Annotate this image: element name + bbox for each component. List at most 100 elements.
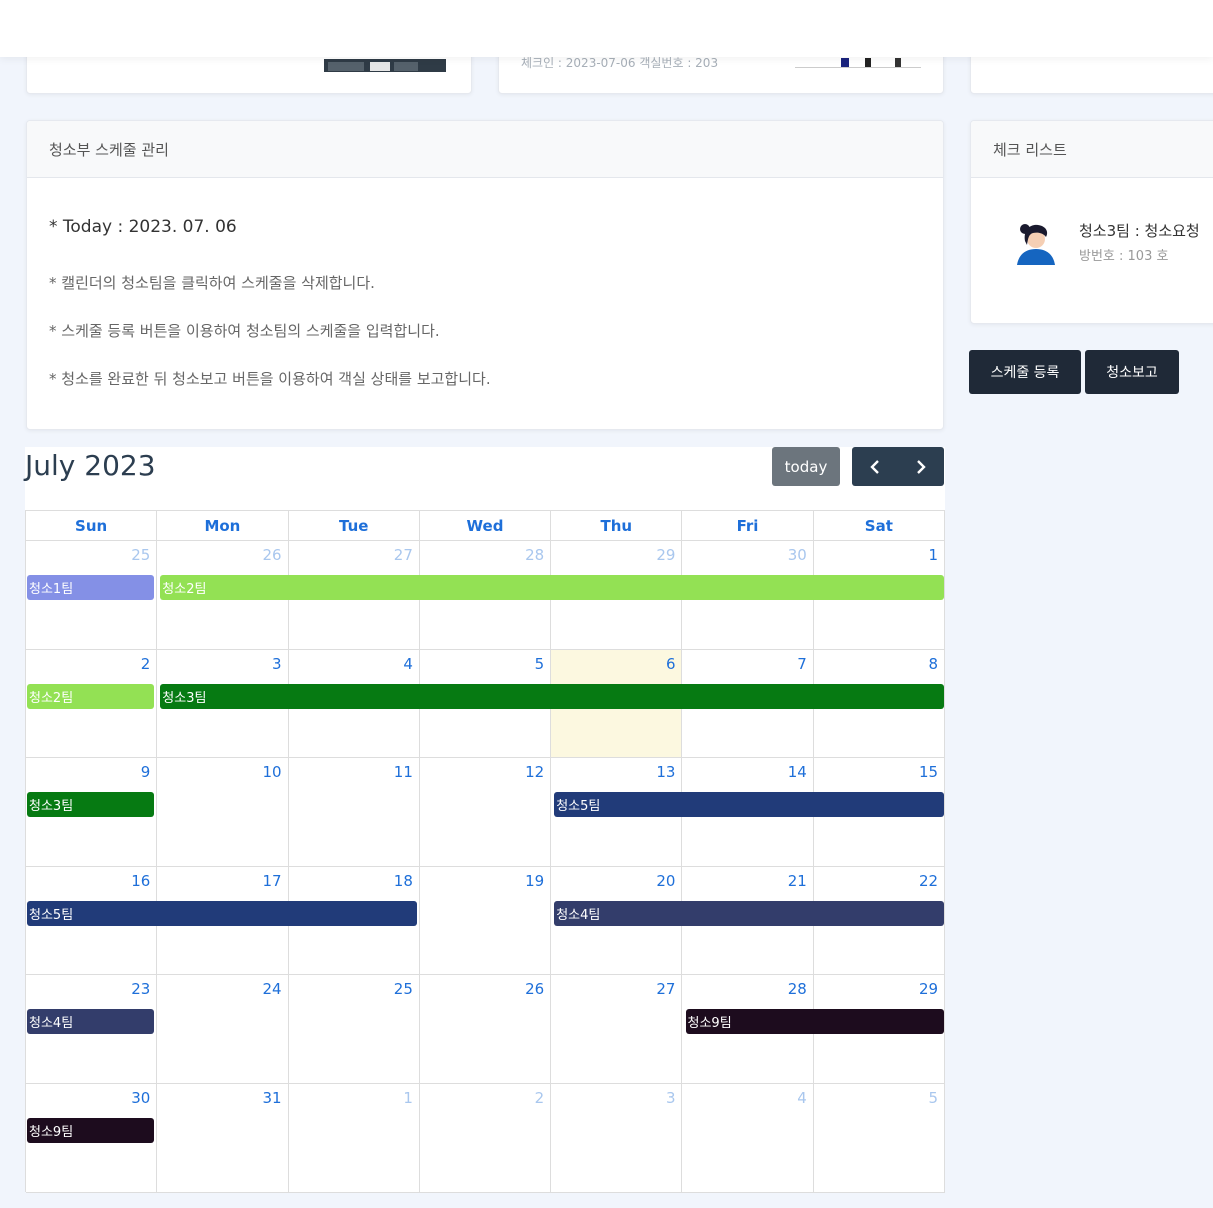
schedule-management-card: 청소부 스케줄 관리 * Today : 2023. 07. 06 * 캘린더의…: [26, 120, 944, 430]
calendar-week: 25 26 27 28 29 30 1 청소1팀 청소2팀: [26, 541, 946, 650]
day-number[interactable]: 3: [272, 655, 282, 673]
dow-wed: Wed: [420, 511, 552, 540]
day-number[interactable]: 17: [263, 872, 282, 890]
day-number[interactable]: 14: [788, 763, 807, 781]
calendar-event[interactable]: 청소1팀: [27, 575, 155, 600]
avatar-icon: [1014, 220, 1058, 265]
calendar: July 2023 today Sun Mon Tue Wed Thu Fri Sat 25…: [25, 447, 946, 1193]
prev-month-button[interactable]: [852, 447, 898, 486]
dow-thu: Thu: [551, 511, 683, 540]
calendar-event[interactable]: 청소3팀: [27, 792, 155, 818]
chevron-right-icon: [917, 459, 926, 474]
cleaning-report-button[interactable]: 청소보고: [1085, 350, 1179, 394]
calendar-day-cell[interactable]: 31: [157, 1083, 289, 1192]
cleaner-illustration: [795, 58, 921, 68]
day-number[interactable]: 4: [403, 655, 413, 673]
calendar-day-cell[interactable]: 4: [683, 1083, 814, 1192]
dow-tue: Tue: [289, 511, 420, 540]
checklist-item-title[interactable]: 청소3팀 : 청소요청: [1079, 220, 1200, 241]
day-number[interactable]: 28: [525, 546, 544, 564]
calendar-day-cell[interactable]: 25: [289, 975, 420, 1083]
calendar-day-cell[interactable]: 1: [289, 1083, 420, 1192]
calendar-day-cell[interactable]: 26: [420, 975, 552, 1083]
calendar-event[interactable]: 청소4팀: [554, 900, 945, 926]
calendar-day-cell[interactable]: 11: [289, 758, 420, 866]
day-number[interactable]: 31: [263, 1089, 282, 1107]
calendar-event[interactable]: 청소2팀: [160, 575, 945, 600]
day-number[interactable]: 10: [263, 763, 282, 781]
info-line-2: * 스케줄 등록 버튼을 이용하여 청소팀의 스케줄을 입력합니다.: [49, 322, 440, 340]
day-number[interactable]: 23: [131, 980, 150, 998]
calendar-week: 16 17 18 19 20 21 22 청소5팀 청소4팀: [26, 866, 946, 976]
day-number[interactable]: 30: [788, 546, 807, 564]
today-button[interactable]: today: [772, 447, 840, 486]
day-number[interactable]: 9: [141, 763, 151, 781]
day-number[interactable]: 20: [656, 872, 675, 890]
dow-mon: Mon: [157, 511, 289, 540]
day-number[interactable]: 2: [535, 1089, 545, 1107]
day-number[interactable]: 7: [797, 655, 807, 673]
day-number[interactable]: 1: [929, 546, 939, 564]
day-number[interactable]: 3: [666, 1089, 676, 1107]
day-number[interactable]: 25: [394, 980, 413, 998]
calendar-day-cell[interactable]: 3: [551, 1083, 683, 1192]
day-number[interactable]: 24: [263, 980, 282, 998]
day-number[interactable]: 21: [788, 872, 807, 890]
day-number[interactable]: 5: [535, 655, 545, 673]
day-number[interactable]: 15: [919, 763, 938, 781]
calendar-day-cell[interactable]: 12: [420, 758, 552, 866]
calendar-day-cell[interactable]: 24: [157, 975, 289, 1083]
day-number[interactable]: 4: [797, 1089, 807, 1107]
next-month-button[interactable]: [898, 447, 944, 486]
day-number[interactable]: 26: [263, 546, 282, 564]
calendar-day-cell[interactable]: 5: [814, 1083, 946, 1192]
calendar-event[interactable]: 청소2팀: [27, 683, 155, 709]
day-number[interactable]: 13: [656, 763, 675, 781]
checklist-card: 체크 리스트 청소3팀 : 청소요청 방번호 : 103 호: [970, 120, 1213, 324]
day-number[interactable]: 29: [919, 980, 938, 998]
dow-sat: Sat: [814, 511, 945, 540]
day-number[interactable]: 12: [525, 763, 544, 781]
dow-fri: Fri: [682, 511, 814, 540]
day-number[interactable]: 16: [131, 872, 150, 890]
calendar-day-cell[interactable]: 19: [420, 866, 552, 975]
calendar-day-cell[interactable]: 10: [157, 758, 289, 866]
day-number[interactable]: 8: [929, 655, 939, 673]
calendar-event[interactable]: 청소9팀: [685, 1009, 945, 1035]
day-number[interactable]: 29: [656, 546, 675, 564]
day-number[interactable]: 5: [929, 1089, 939, 1107]
day-number[interactable]: 22: [919, 872, 938, 890]
schedule-register-button[interactable]: 스케줄 등록: [969, 350, 1081, 394]
day-number[interactable]: 26: [525, 980, 544, 998]
info-line-3: * 청소를 완료한 뒤 청소보고 버튼을 이용하여 객실 상태를 보고합니다.: [49, 370, 491, 388]
calendar-day-cell[interactable]: 2: [420, 1083, 552, 1192]
info-line-1: * 캘린더의 청소팀을 클릭하여 스케줄을 삭제합니다.: [49, 274, 375, 292]
checklist-item-room: 방번호 : 103 호: [1079, 249, 1169, 264]
day-number[interactable]: 28: [788, 980, 807, 998]
day-number[interactable]: 1: [403, 1089, 413, 1107]
calendar-event[interactable]: 청소9팀: [27, 1117, 155, 1143]
day-number[interactable]: 30: [131, 1089, 150, 1107]
room-illustration: [324, 59, 446, 72]
calendar-event[interactable]: 청소5팀: [27, 900, 417, 926]
calendar-week: 23 24 25 26 27 28 29 청소4팀 청소9팀: [26, 975, 946, 1084]
calendar-event[interactable]: 청소4팀: [27, 1009, 155, 1035]
calendar-event[interactable]: 청소3팀: [160, 683, 945, 709]
calendar-week: 9 10 11 12 13 14 15 청소3팀 청소5팀: [26, 758, 946, 867]
day-number[interactable]: 27: [656, 980, 675, 998]
day-of-week-header: Sun Mon Tue Wed Thu Fri Sat: [26, 511, 945, 541]
calendar-title: July 2023: [25, 449, 156, 482]
calendar-week: 30 31 1 2 3 4 5 청소9팀: [26, 1083, 946, 1193]
calendar-event[interactable]: 청소5팀: [554, 792, 945, 818]
day-number[interactable]: 11: [394, 763, 413, 781]
day-number[interactable]: 25: [131, 546, 150, 564]
schedule-card-header: 청소부 스케줄 관리: [27, 121, 943, 178]
day-number[interactable]: 19: [525, 872, 544, 890]
day-number[interactable]: 18: [394, 872, 413, 890]
day-number[interactable]: 2: [141, 655, 151, 673]
chevron-left-icon: [870, 459, 879, 474]
day-number[interactable]: 27: [394, 546, 413, 564]
calendar-day-cell[interactable]: 27: [551, 975, 683, 1083]
top-navbar: [0, 0, 1213, 57]
day-number[interactable]: 6: [666, 655, 676, 673]
